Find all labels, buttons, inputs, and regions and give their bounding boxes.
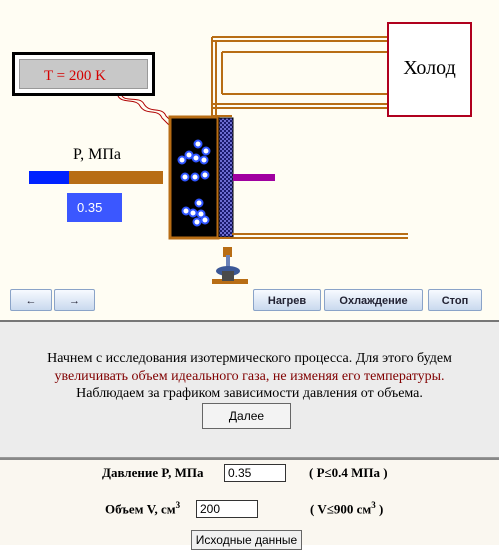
piston <box>218 117 234 238</box>
burner <box>212 247 248 284</box>
pressure-input[interactable]: 0.35 <box>224 464 286 482</box>
piston-rod <box>233 174 275 181</box>
pressure-gauge-value: 0.35 <box>67 193 122 222</box>
pressure-input-label: Давление P, МПа <box>102 465 204 480</box>
input-panel: Давление P, МПа 0.35 ( P≤0.4 МПа ) Объем… <box>0 458 499 550</box>
stop-button[interactable]: Стоп <box>428 289 482 311</box>
description-line-1: Начнем с исследования изотермического пр… <box>47 351 452 366</box>
next-button[interactable]: Далее <box>202 403 291 429</box>
pressure-bar-fill <box>29 171 69 184</box>
volume-input-label: Объем V, см3 <box>105 500 181 517</box>
pressure-gauge-label: P, МПа <box>73 146 122 163</box>
volume-input[interactable]: 200 <box>196 500 258 518</box>
pressure-limit: ( P≤0.4 МПа ) <box>309 465 388 480</box>
cool-button[interactable]: Охлаждение <box>324 289 423 311</box>
initial-data-button[interactable]: Исходные данные <box>191 530 302 550</box>
description-text: Начнем с исследования изотермического пр… <box>20 350 479 403</box>
back-button[interactable]: ← <box>10 289 52 311</box>
volume-limit: ( V≤900 см3 ) <box>310 500 384 517</box>
temperature-label: T = 200 K <box>19 59 148 89</box>
simulation-area: T = 200 K Холод P, МПа 0.35 ← → Нагрев О… <box>0 0 499 320</box>
thermal-frame <box>211 36 388 117</box>
description-panel: Начнем с исследования изотермического пр… <box>0 322 499 458</box>
forward-button[interactable]: → <box>54 289 95 311</box>
description-line-2: увеличивать объем идеального газа, не из… <box>54 368 445 384</box>
description-line-3: Наблюдаем за графиком зависимости давлен… <box>76 386 423 401</box>
temperature-display: T = 200 K <box>12 52 155 96</box>
cold-reservoir: Холод <box>387 22 472 117</box>
heat-button[interactable]: Нагрев <box>253 289 321 311</box>
